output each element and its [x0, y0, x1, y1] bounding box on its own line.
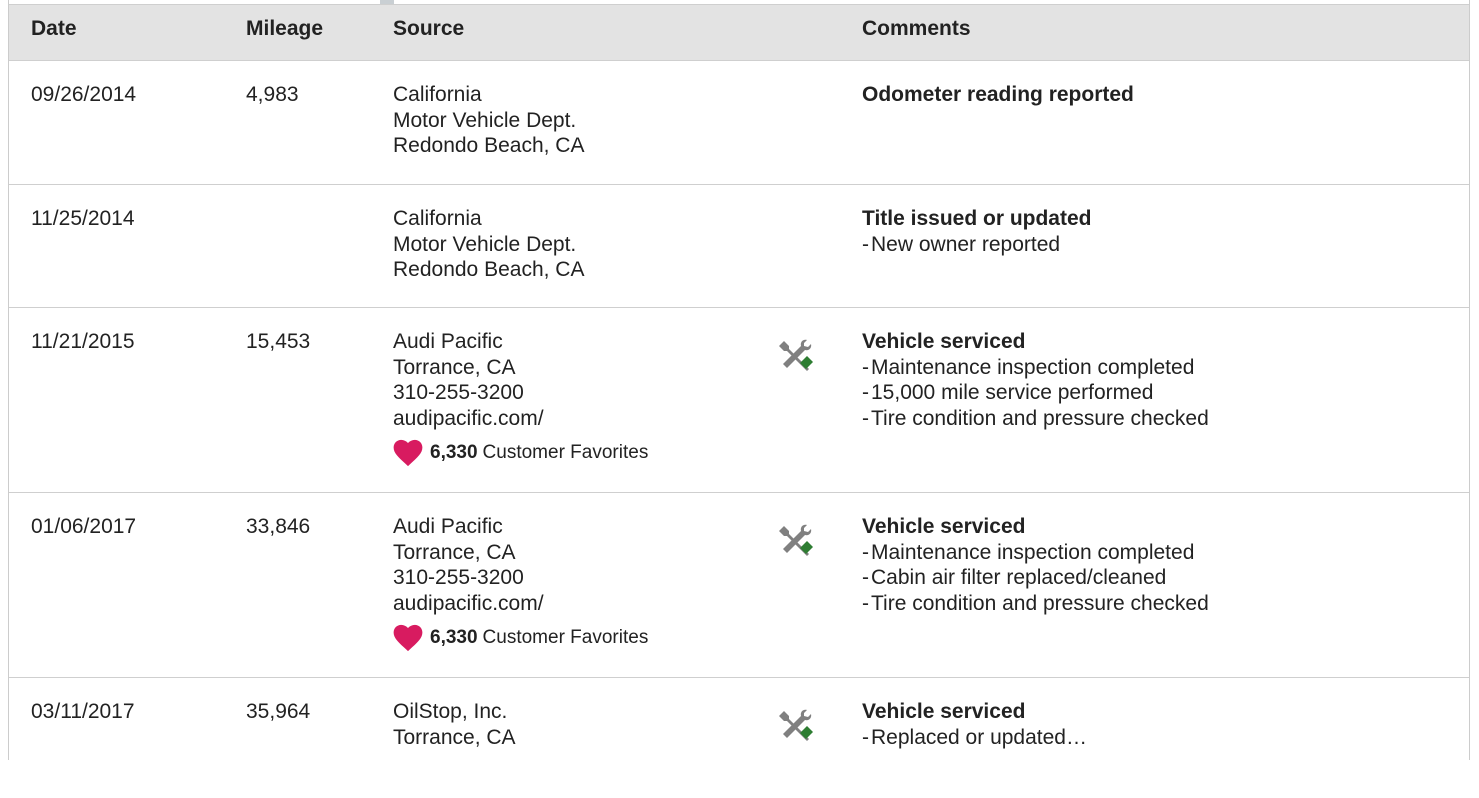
row-source: OilStop, Inc. Torrance, CA	[393, 699, 516, 750]
comment-detail: New owner reported	[862, 232, 1091, 258]
favorites-label: Customer Favorites	[482, 442, 649, 464]
table-header: Date Mileage Source Comments	[9, 4, 1469, 61]
comment-detail: Maintenance inspection completed	[862, 355, 1209, 381]
row-mileage: 15,453	[246, 330, 311, 353]
column-header-comments: Comments	[862, 17, 971, 40]
row-date: 03/11/2017	[31, 700, 135, 723]
source-location: Torrance, CA	[393, 725, 516, 749]
row-comments: Title issued or updated New owner report…	[862, 206, 1091, 257]
customer-favorites[interactable]: 6,330 Customer Favorites	[393, 624, 648, 652]
comment-headline: Odometer reading reported	[862, 83, 1134, 106]
column-header-date: Date	[31, 17, 77, 40]
comment-detail: Cabin air filter replaced/cleaned	[862, 565, 1209, 591]
source-name: Audi Pacific	[393, 515, 503, 538]
column-header-mileage: Mileage	[246, 17, 324, 40]
comment-headline: Title issued or updated	[862, 207, 1092, 230]
row-source: California Motor Vehicle Dept. Redondo B…	[393, 82, 584, 159]
source-name: OilStop, Inc.	[393, 700, 508, 723]
source-website-link[interactable]: audipacific.com/	[393, 406, 648, 432]
comment-detail: Tire condition and pressure checked	[862, 406, 1209, 432]
row-comments: Odometer reading reported	[862, 82, 1134, 108]
source-location: Torrance, CA	[393, 540, 516, 564]
customer-favorites[interactable]: 6,330 Customer Favorites	[393, 439, 648, 467]
table-row: 09/26/2014 4,983 California Motor Vehicl…	[9, 61, 1469, 185]
row-source: Audi Pacific Torrance, CA 310-255-3200 a…	[393, 514, 648, 652]
row-source: Audi Pacific Torrance, CA 310-255-3200 a…	[393, 329, 648, 467]
service-wrench-screwdriver-icon	[777, 336, 815, 374]
heart-icon	[393, 624, 423, 652]
row-date: 01/06/2017	[31, 515, 137, 538]
column-header-source: Source	[393, 17, 465, 40]
source-line: Motor Vehicle Dept.	[393, 108, 577, 132]
favorites-count: 6,330	[430, 442, 478, 464]
source-name: Audi Pacific	[393, 330, 503, 353]
comment-headline: Vehicle serviced	[862, 330, 1026, 353]
row-date: 11/21/2015	[31, 330, 135, 353]
row-mileage: 4,983	[246, 83, 299, 106]
source-line: Motor Vehicle Dept.	[393, 232, 577, 256]
row-mileage: 35,964	[246, 700, 311, 723]
source-location: Torrance, CA	[393, 355, 516, 379]
source-line: Redondo Beach, CA	[393, 134, 585, 157]
row-comments: Vehicle serviced Maintenance inspection …	[862, 514, 1209, 616]
row-comments: Vehicle serviced Maintenance inspection …	[862, 329, 1209, 431]
table-row: 03/11/2017 35,964 OilStop, Inc. Torrance…	[9, 678, 1469, 798]
source-phone[interactable]: 310-255-3200	[393, 565, 648, 591]
comment-detail: 15,000 mile service performed	[862, 380, 1209, 406]
source-line: Redondo Beach, CA	[393, 258, 585, 281]
source-line: California	[393, 83, 482, 106]
comment-headline: Vehicle serviced	[862, 700, 1026, 723]
source-phone[interactable]: 310-255-3200	[393, 380, 648, 406]
row-date: 09/26/2014	[31, 83, 137, 106]
service-wrench-screwdriver-icon	[777, 521, 815, 559]
favorites-label: Customer Favorites	[482, 627, 649, 649]
row-mileage: 33,846	[246, 515, 311, 538]
row-source: California Motor Vehicle Dept. Redondo B…	[393, 206, 584, 283]
comment-detail: Tire condition and pressure checked	[862, 591, 1209, 617]
row-date: 11/25/2014	[31, 207, 135, 230]
favorites-count: 6,330	[430, 627, 478, 649]
row-comments: Vehicle serviced Replaced or updated…	[862, 699, 1087, 750]
heart-icon	[393, 439, 423, 467]
table-row: 01/06/2017 33,846 Audi Pacific Torrance,…	[9, 493, 1469, 678]
comment-detail: Replaced or updated…	[862, 725, 1087, 751]
comment-headline: Vehicle serviced	[862, 515, 1026, 538]
source-website-link[interactable]: audipacific.com/	[393, 591, 648, 617]
comment-detail: Maintenance inspection completed	[862, 540, 1209, 566]
source-line: California	[393, 207, 482, 230]
service-wrench-screwdriver-icon	[777, 706, 815, 744]
table-row: 11/21/2015 15,453 Audi Pacific Torrance,…	[9, 308, 1469, 493]
table-row: 11/25/2014 California Motor Vehicle Dept…	[9, 185, 1469, 308]
